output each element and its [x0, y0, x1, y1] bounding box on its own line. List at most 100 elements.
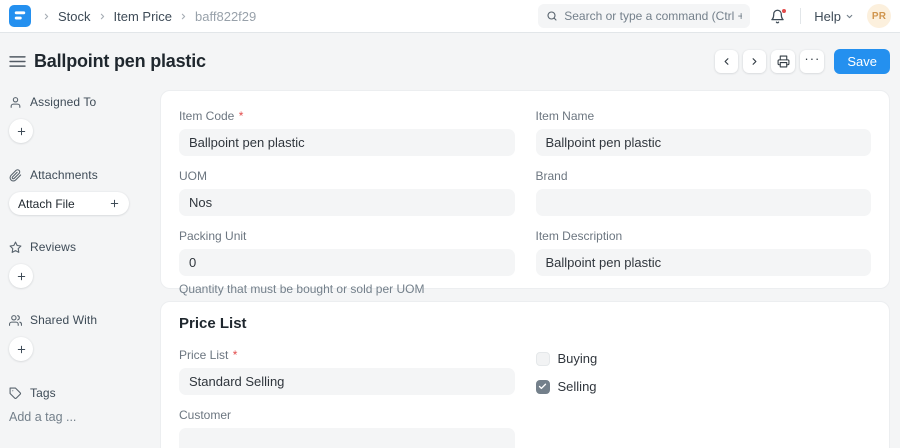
price-list-section-title: Price List: [179, 315, 871, 332]
page-header: Ballpoint pen plastic ··· Save: [0, 33, 900, 90]
price-list-left-column: Price List * Customer: [179, 349, 515, 448]
brand-label: Brand: [536, 170, 872, 182]
buying-label: Buying: [558, 351, 598, 366]
add-share-button[interactable]: [9, 337, 33, 361]
document-sidebar: Assigned To Attachments Attach File: [9, 90, 130, 448]
buying-checkbox-row[interactable]: Buying: [536, 351, 872, 366]
packing-unit-label: Packing Unit: [179, 230, 515, 242]
uom-input[interactable]: [179, 189, 515, 216]
price-list-card: Price List Price List * Customer: [160, 301, 890, 448]
chevron-right-icon: [37, 12, 56, 21]
star-icon: [9, 241, 22, 254]
attach-file-label: Attach File: [18, 197, 75, 211]
search-input[interactable]: [564, 9, 742, 23]
item-code-field: Item Code *: [179, 110, 515, 156]
paperclip-icon: [9, 169, 22, 182]
notifications-button[interactable]: [768, 7, 787, 26]
ellipsis-icon: ···: [804, 52, 820, 71]
packing-unit-help-text: Quantity that must be bought or sold per…: [179, 282, 515, 296]
selling-checkbox[interactable]: [536, 380, 550, 394]
print-button[interactable]: [771, 50, 795, 73]
selling-checkbox-row[interactable]: Selling: [536, 379, 872, 394]
users-icon: [9, 314, 22, 327]
price-list-label: Price List *: [179, 349, 515, 361]
add-tag-input[interactable]: Add a tag ...: [9, 410, 130, 424]
item-code-input[interactable]: [179, 129, 515, 156]
attachments-header: Attachments: [9, 168, 130, 182]
item-name-input[interactable]: [536, 129, 872, 156]
assigned-to-header: Assigned To: [9, 95, 130, 109]
title-actions: ··· Save: [715, 49, 890, 74]
details-card: Item Code * UOM Packing Unit Quantity th…: [160, 90, 890, 289]
tags-section: Tags Add a tag ...: [9, 386, 130, 424]
uom-field: UOM: [179, 170, 515, 216]
brand-field: Brand: [536, 170, 872, 216]
plus-icon: [16, 126, 27, 137]
add-assignment-button[interactable]: [9, 119, 33, 143]
breadcrumb-item-price[interactable]: Item Price: [114, 9, 173, 24]
buying-checkbox[interactable]: [536, 352, 550, 366]
brand-input[interactable]: [536, 189, 872, 216]
chevron-down-icon: [845, 12, 854, 21]
help-menu[interactable]: Help: [814, 9, 854, 24]
plus-icon: [16, 271, 27, 282]
selling-label: Selling: [558, 379, 597, 394]
content: Assigned To Attachments Attach File: [0, 90, 900, 448]
shared-with-section: Shared With: [9, 313, 130, 361]
details-left-column: Item Code * UOM Packing Unit Quantity th…: [179, 110, 515, 310]
chevron-right-icon: [93, 12, 112, 21]
attachments-section: Attachments Attach File: [9, 168, 130, 215]
breadcrumb: Stock Item Price baff822f29: [37, 9, 256, 24]
form-area: Item Code * UOM Packing Unit Quantity th…: [160, 90, 890, 448]
tags-header: Tags: [9, 386, 130, 400]
divider: [800, 8, 801, 24]
shared-with-header: Shared With: [9, 313, 130, 327]
details-right-column: Item Name Brand Item Description: [536, 110, 872, 310]
printer-icon: [777, 55, 790, 68]
assigned-to-section: Assigned To: [9, 95, 130, 143]
search-icon: [546, 10, 558, 22]
customer-label: Customer: [179, 409, 515, 421]
add-review-button[interactable]: [9, 264, 33, 288]
chevron-right-icon: [174, 12, 193, 21]
tag-icon: [9, 387, 22, 400]
plus-icon: [16, 344, 27, 355]
price-list-input[interactable]: [179, 368, 515, 395]
item-code-label: Item Code *: [179, 110, 515, 122]
packing-unit-input[interactable]: [179, 249, 515, 276]
item-description-input[interactable]: [536, 249, 872, 276]
price-list-field: Price List *: [179, 349, 515, 395]
prev-document-button[interactable]: [715, 50, 738, 73]
app-logo-icon[interactable]: [9, 5, 31, 27]
navbar: Stock Item Price baff822f29 Help PR: [0, 0, 900, 33]
item-name-field: Item Name: [536, 110, 872, 156]
menu-button[interactable]: ···: [800, 50, 824, 73]
chevron-right-icon: [749, 56, 760, 67]
shared-with-label: Shared With: [30, 313, 97, 327]
customer-input[interactable]: [179, 428, 515, 448]
sidebar-toggle-icon[interactable]: [9, 53, 26, 70]
price-list-right-column: Buying Selling: [536, 349, 872, 448]
reviews-label: Reviews: [30, 240, 76, 254]
reviews-section: Reviews: [9, 240, 130, 288]
item-description-field: Item Description: [536, 230, 872, 276]
user-icon: [9, 96, 22, 109]
required-marker: *: [239, 109, 244, 123]
assigned-to-label: Assigned To: [30, 95, 96, 109]
chevron-left-icon: [721, 56, 732, 67]
attach-file-button[interactable]: Attach File: [9, 192, 129, 215]
help-label: Help: [814, 9, 841, 24]
check-icon: [538, 382, 547, 391]
tags-label: Tags: [30, 386, 56, 400]
global-search[interactable]: [538, 4, 750, 28]
page-title: Ballpoint pen plastic: [34, 51, 206, 72]
required-marker: *: [233, 348, 238, 362]
attachments-label: Attachments: [30, 168, 98, 182]
save-button[interactable]: Save: [834, 49, 890, 74]
next-document-button[interactable]: [743, 50, 766, 73]
user-avatar[interactable]: PR: [867, 4, 891, 28]
breadcrumb-stock[interactable]: Stock: [58, 9, 91, 24]
item-description-label: Item Description: [536, 230, 872, 242]
plus-icon: [109, 198, 120, 209]
uom-label: UOM: [179, 170, 515, 182]
